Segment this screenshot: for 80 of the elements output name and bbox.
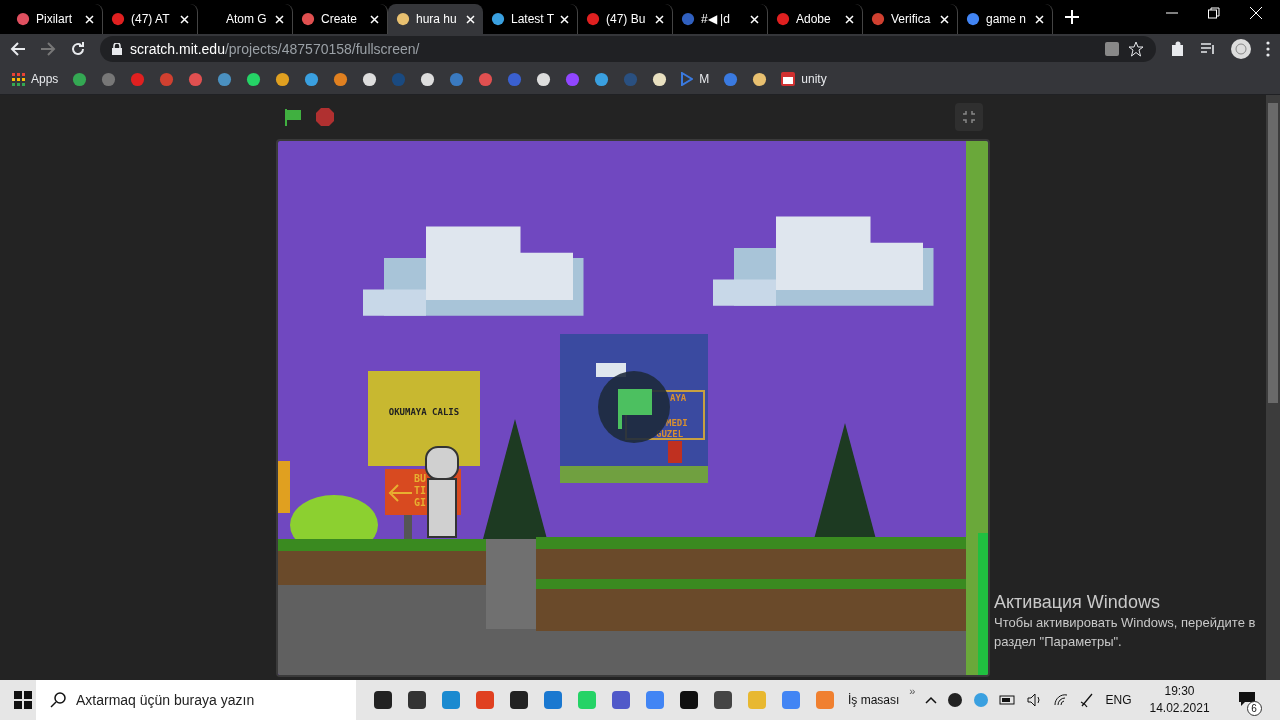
close-icon[interactable] (1035, 14, 1044, 24)
activation-text: Чтобы активировать Windows, перейдите в раздел "Параметры". (994, 614, 1257, 651)
tab-favicon-icon (16, 12, 30, 26)
star-icon[interactable] (1128, 41, 1144, 57)
side-bar-drawing (278, 461, 290, 513)
close-icon[interactable] (750, 14, 759, 24)
tab-favicon-icon (301, 12, 315, 26)
language-indicator[interactable]: ENG (1105, 693, 1132, 707)
bookmark-icon[interactable] (594, 71, 610, 87)
bookmark-link[interactable]: unity (781, 72, 827, 86)
bookmark-link[interactable]: M (681, 72, 710, 86)
windows-start-icon[interactable] (14, 691, 32, 709)
preview-text: GUZEL (656, 429, 684, 439)
tab-favicon-icon (586, 12, 600, 26)
sign-text: GI (414, 497, 427, 508)
avatar-icon[interactable] (1230, 38, 1252, 60)
bookmark-icon[interactable] (246, 71, 262, 87)
back-icon[interactable] (10, 41, 26, 57)
activation-title: Активация Windows (994, 592, 1161, 613)
reload-icon[interactable] (70, 41, 86, 57)
scrollbar-thumb[interactable] (1268, 103, 1278, 403)
tab-favicon-icon (776, 12, 790, 26)
close-icon[interactable] (1250, 7, 1262, 19)
search-icon (50, 692, 66, 708)
bookmark-icon[interactable] (536, 71, 552, 87)
close-icon[interactable] (85, 14, 94, 24)
exit-fullscreen-icon[interactable] (955, 103, 983, 131)
sign-text: BU (414, 473, 427, 484)
translate-icon[interactable] (1104, 41, 1120, 57)
lock-icon (112, 43, 122, 55)
bookmark-icon[interactable] (420, 71, 436, 87)
close-icon[interactable] (180, 14, 189, 24)
playlist-icon[interactable] (1200, 41, 1216, 57)
stop-icon[interactable] (315, 107, 335, 127)
calendar-icon (781, 72, 796, 86)
bookmark-icon[interactable] (752, 71, 768, 87)
url-text: scratch.mit.edu/projects/487570158/fullscreen/ (130, 41, 420, 57)
clock[interactable]: 19:30 14.02.2021 (1149, 683, 1210, 717)
bookmark-icon[interactable] (72, 71, 88, 87)
tab-favicon-icon (491, 12, 505, 26)
battery-icon[interactable] (999, 694, 1018, 706)
close-icon[interactable] (466, 14, 475, 24)
tab-favicon-icon (111, 12, 125, 26)
bookmark-icon[interactable] (333, 71, 349, 87)
tab-favicon-icon (681, 12, 695, 26)
preview-text: MEDI (666, 418, 688, 428)
new-tab-icon[interactable] (1065, 10, 1079, 24)
bookmark-icon[interactable] (304, 71, 320, 87)
apps-bookmark[interactable]: Apps (12, 72, 59, 86)
play-icon (681, 72, 694, 86)
flag-icon[interactable] (283, 107, 303, 127)
menu-icon[interactable] (1266, 41, 1270, 57)
bookmark-icon[interactable] (362, 71, 378, 87)
close-icon[interactable] (940, 14, 949, 24)
desktop-toolbar-label[interactable]: İş masası (848, 693, 900, 707)
bookmark-icon[interactable] (275, 71, 291, 87)
overflow-chevron[interactable]: » (909, 685, 916, 697)
notification-count: 6 (1246, 700, 1262, 716)
close-icon[interactable] (560, 14, 569, 24)
tab-favicon-icon (871, 12, 885, 26)
close-icon[interactable] (275, 14, 284, 24)
bookmark-icon[interactable] (652, 71, 668, 87)
address-bar[interactable]: scratch.mit.edu/projects/487570158/fullscreen/ (100, 36, 1156, 62)
tab-favicon-icon (396, 12, 410, 26)
forward-icon[interactable] (40, 41, 56, 57)
game-stage[interactable]: OKUMAYA CALIS BU TI GI AYA MEDI GUZEL (278, 141, 988, 675)
puzzle-icon[interactable] (1170, 41, 1186, 57)
chevron-up-icon[interactable] (925, 696, 938, 704)
sign-text: TI (414, 485, 427, 496)
tab-favicon-icon (966, 12, 980, 26)
wifi-icon[interactable] (1053, 693, 1070, 707)
browser-tab[interactable]: hura hu (388, 4, 483, 34)
apps-grid-icon (12, 72, 25, 86)
close-icon[interactable] (845, 14, 854, 24)
sign-text: OKUMAYA CALIS (388, 407, 460, 417)
preview-text: AYA (670, 393, 687, 403)
close-icon[interactable] (370, 14, 379, 24)
restore-icon[interactable] (1208, 7, 1220, 19)
close-icon[interactable] (655, 14, 664, 24)
search-field[interactable]: Axtarmaq üçün buraya yazın (36, 680, 356, 720)
